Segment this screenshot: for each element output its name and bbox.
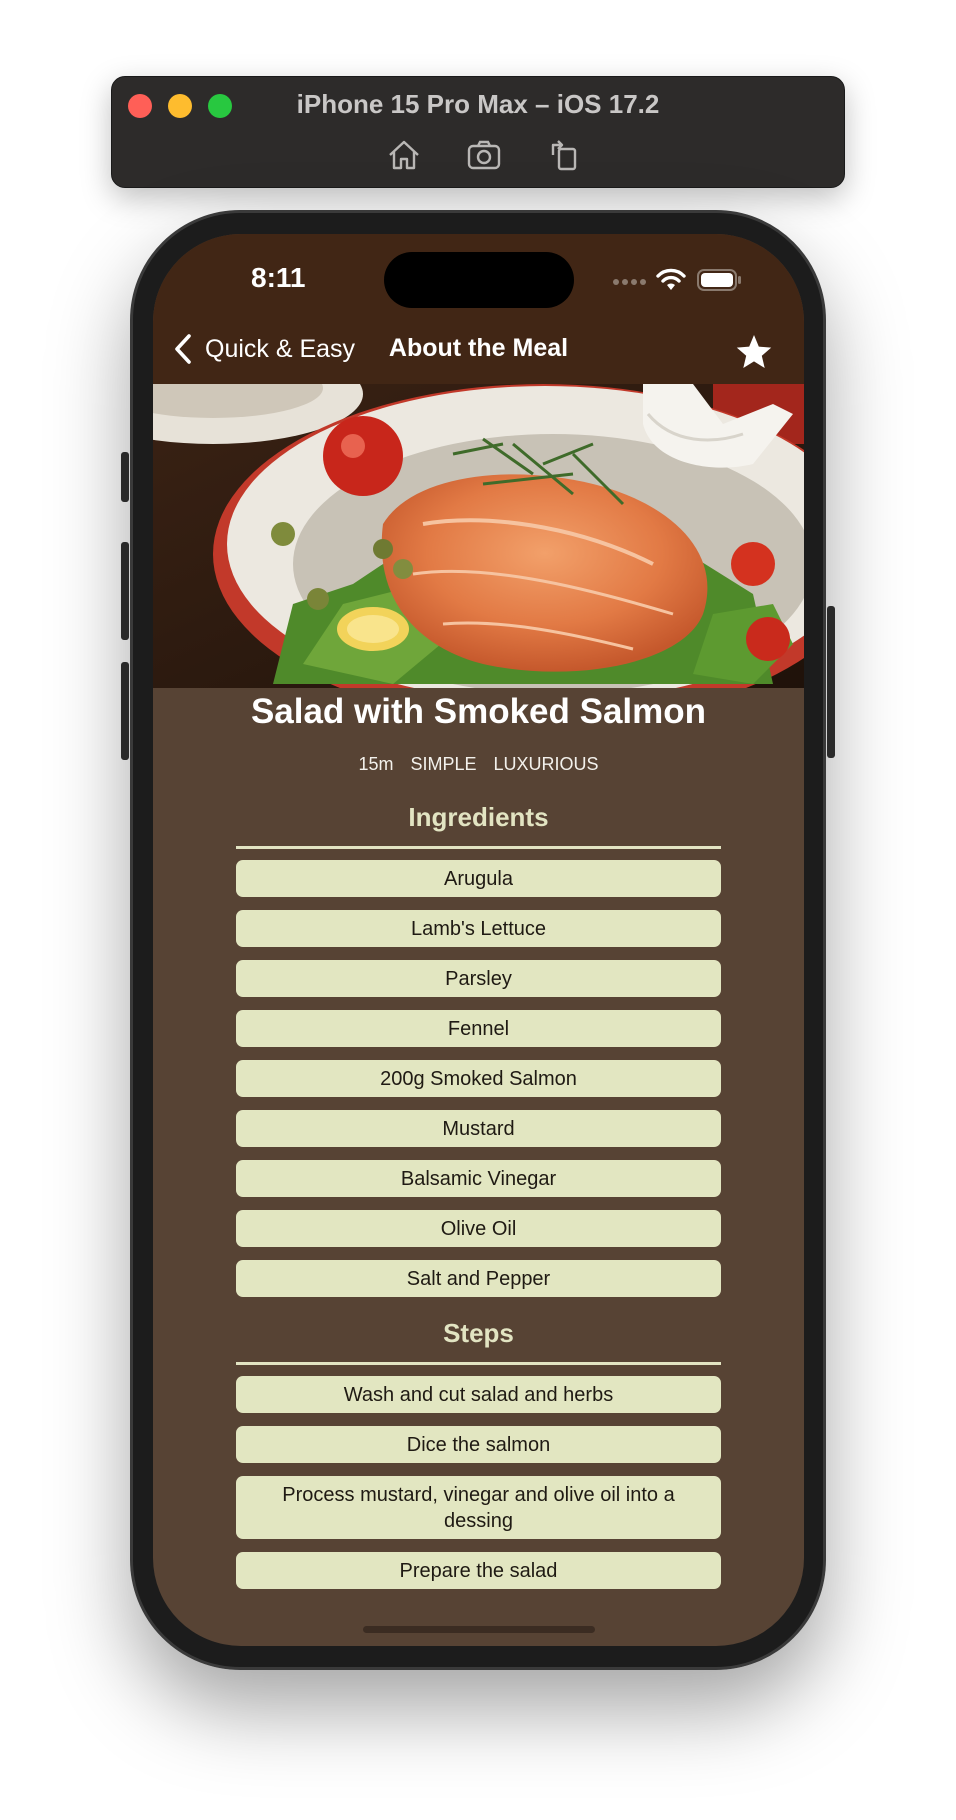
step-item: Prepare the salad xyxy=(236,1552,721,1589)
step-item: Process mustard, vinegar and olive oil i… xyxy=(236,1476,721,1539)
meal-meta: 15m SIMPLE LUXURIOUS xyxy=(153,754,804,775)
power-button xyxy=(827,606,835,758)
step-item: Dice the salmon xyxy=(236,1426,721,1463)
meal-affordability: LUXURIOUS xyxy=(493,754,599,774)
ingredient-item: Parsley xyxy=(236,960,721,997)
cellular-signal-icon xyxy=(613,279,646,285)
ingredient-item: Mustard xyxy=(236,1110,721,1147)
meal-complexity: SIMPLE xyxy=(410,754,477,774)
steps-heading: Steps xyxy=(443,1318,514,1348)
screenshot-icon[interactable] xyxy=(464,135,504,175)
step-item: Wash and cut salad and herbs xyxy=(236,1376,721,1413)
home-icon[interactable] xyxy=(384,135,424,175)
action-button xyxy=(121,452,129,502)
meal-duration: 15m xyxy=(358,754,394,774)
phone-screen: 8:11 Quick & Easy About the Meal Salad w… xyxy=(153,234,804,1646)
favorite-button[interactable] xyxy=(734,332,774,372)
home-indicator xyxy=(363,1626,595,1633)
rotate-icon[interactable] xyxy=(544,135,584,175)
ingredient-item: Fennel xyxy=(236,1010,721,1047)
ingredient-item: Arugula xyxy=(236,860,721,897)
status-indicators xyxy=(612,268,752,294)
simulator-tools xyxy=(112,135,844,175)
volume-up-button xyxy=(121,542,129,640)
meal-title: Salad with Smoked Salmon xyxy=(250,692,707,731)
ingredient-item: Lamb's Lettuce xyxy=(236,910,721,947)
simulator-toolbar: iPhone 15 Pro Max – iOS 17.2 xyxy=(111,76,845,188)
meal-image xyxy=(153,384,804,688)
steps-divider xyxy=(236,1362,721,1365)
star-icon xyxy=(736,335,772,368)
ingredient-item: Salt and Pepper xyxy=(236,1260,721,1297)
ingredient-item: Olive Oil xyxy=(236,1210,721,1247)
ingredient-item: 200g Smoked Salmon xyxy=(236,1060,721,1097)
volume-down-button xyxy=(121,662,129,760)
wifi-icon xyxy=(656,268,686,290)
ingredient-item: Balsamic Vinegar xyxy=(236,1160,721,1197)
ingredients-heading: Ingredients xyxy=(408,802,549,832)
dynamic-island xyxy=(384,252,574,308)
battery-icon xyxy=(697,269,741,291)
nav-title: About the Meal xyxy=(388,334,569,362)
status-time: 8:11 xyxy=(251,262,306,293)
simulator-title: iPhone 15 Pro Max – iOS 17.2 xyxy=(296,89,660,119)
ingredients-divider xyxy=(236,846,721,849)
